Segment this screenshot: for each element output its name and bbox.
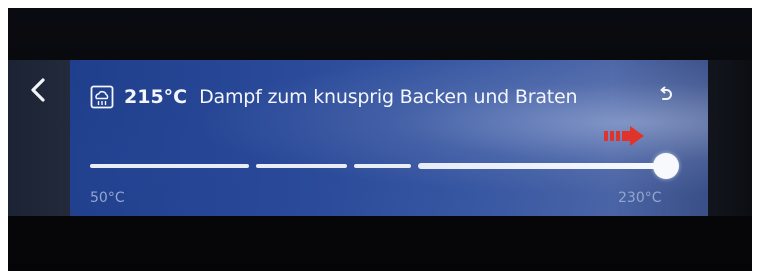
- steam-oven-icon: [90, 85, 114, 109]
- mode-label: Dampf zum knusprig Backen und Braten: [199, 86, 578, 108]
- temperature-panel: 215°C Dampf zum knusprig Backen und Brat…: [70, 60, 708, 216]
- slider-handle[interactable]: [653, 153, 679, 179]
- mode-header: 215°C Dampf zum knusprig Backen und Brat…: [90, 82, 578, 112]
- back-button[interactable]: [18, 70, 58, 110]
- slider-min-label: 50°C: [90, 190, 125, 206]
- swipe-right-arrow-icon: [604, 126, 650, 146]
- slider-track-segment: [418, 163, 666, 169]
- temperature-slider[interactable]: [90, 153, 690, 179]
- undo-icon[interactable]: [655, 86, 675, 106]
- slider-max-label: 230°C: [618, 190, 662, 206]
- chevron-left-icon: [31, 78, 45, 102]
- oven-display: 215°C Dampf zum knusprig Backen und Brat…: [8, 8, 752, 271]
- slider-track-segment: [90, 164, 249, 168]
- current-temperature[interactable]: 215°C: [124, 86, 187, 108]
- right-bezel: [708, 60, 752, 216]
- slider-track-segment: [354, 164, 411, 168]
- slider-track-segment: [256, 164, 347, 168]
